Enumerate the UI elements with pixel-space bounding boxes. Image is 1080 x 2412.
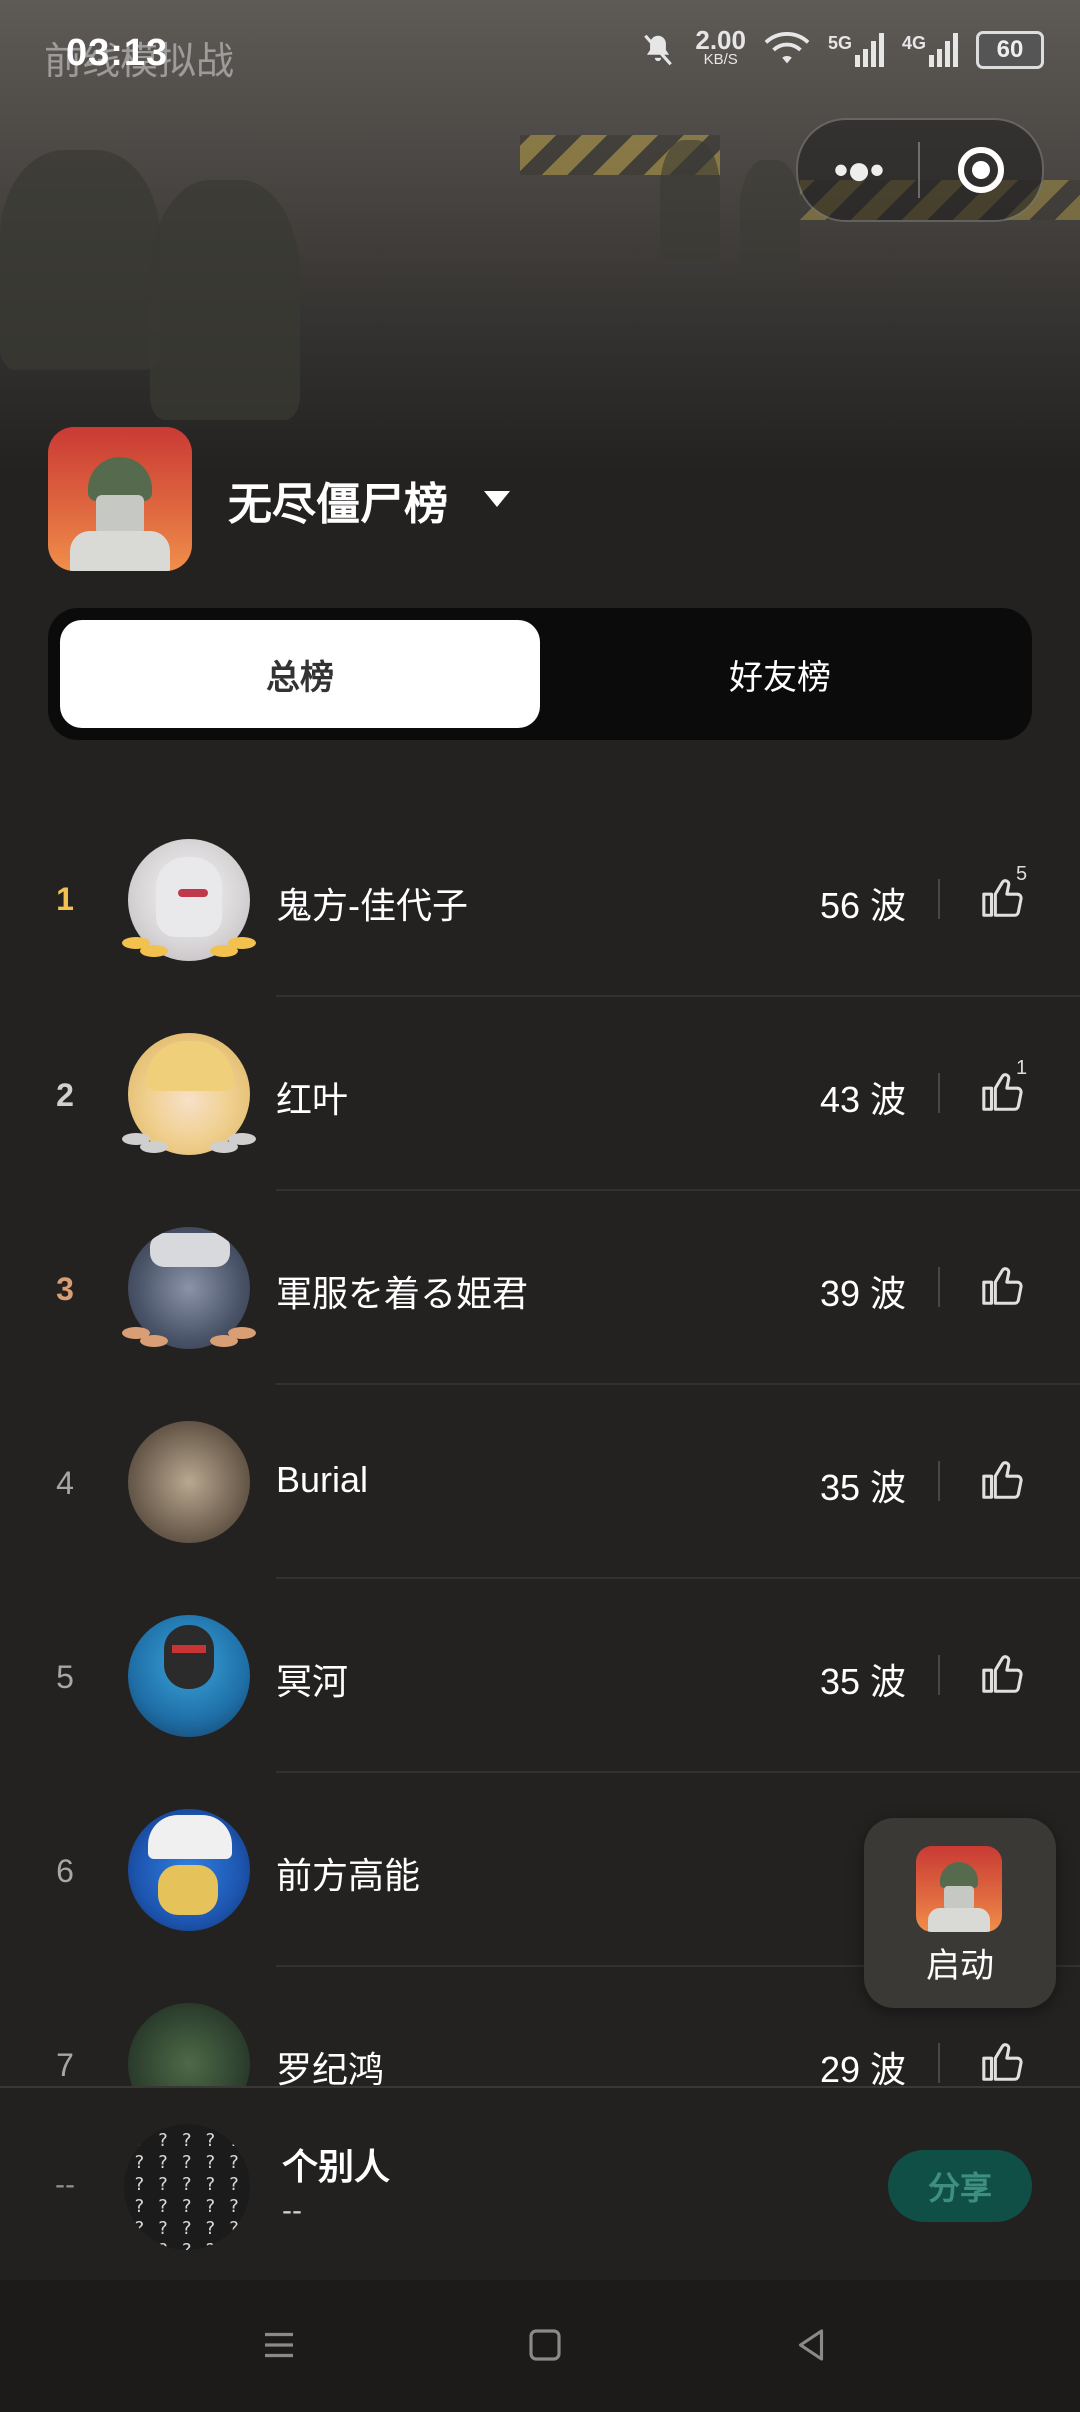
target-close-icon	[958, 147, 1004, 193]
status-icons: 2.00 KB/S 5G 4G 60	[639, 27, 1044, 70]
row-divider	[938, 1655, 940, 1695]
row-divider	[938, 1073, 940, 1113]
signal-5g: 5G	[828, 33, 884, 67]
home-icon[interactable]	[524, 2324, 566, 2366]
mute-bell-icon	[644, 34, 673, 66]
game-icon	[48, 427, 192, 571]
player-name: 红叶	[276, 1079, 349, 1120]
list-item[interactable]: 1 鬼方-佳代子 56 波 5	[0, 803, 1080, 997]
caret-down-icon[interactable]	[484, 491, 510, 507]
net-speed: 2.00 KB/S	[695, 27, 746, 70]
rank-number: 6	[56, 1853, 74, 1889]
gold-laurel-icon	[122, 937, 256, 957]
rank-number: 2	[56, 1077, 74, 1113]
game-icon	[916, 1846, 1002, 1932]
silver-laurel-icon	[122, 1133, 256, 1153]
wifi-icon	[764, 32, 810, 64]
list-item[interactable]: 2 红叶 43 波 1	[0, 997, 1080, 1191]
player-name: Burial	[276, 1459, 369, 1500]
my-score: --	[282, 2194, 302, 2227]
player-score: 39 波	[819, 1273, 906, 1314]
player-name: 鬼方-佳代子	[276, 885, 468, 926]
player-name: 冥河	[276, 1661, 349, 1702]
list-item[interactable]: 4 Burial 35 波	[0, 1385, 1080, 1579]
rank-number: 3	[56, 1271, 74, 1307]
tab-overall[interactable]: 总榜	[60, 620, 540, 728]
player-score: 56 波	[819, 885, 906, 926]
share-button[interactable]: 分享	[888, 2150, 1032, 2222]
bronze-laurel-icon	[122, 1327, 256, 1347]
avatar[interactable]	[128, 1615, 250, 1737]
system-nav-bar	[0, 2280, 1080, 2412]
board-title[interactable]: 无尽僵尸榜	[228, 468, 448, 532]
my-name: 个别人	[282, 2146, 391, 2187]
rank-number: 4	[56, 1465, 74, 1501]
thumbs-up-icon[interactable]	[980, 2039, 1026, 2085]
menu-icon[interactable]	[258, 2324, 300, 2366]
row-divider	[938, 1461, 940, 1501]
rank-number: 1	[56, 881, 74, 917]
like-count: 1	[1016, 1057, 1028, 1079]
rank-number: 7	[56, 2047, 74, 2083]
rank-number: 5	[56, 1659, 74, 1695]
my-rank-bar: -- ? ? ? ? ? ? ? ? ? ? ? ? ? ? ? ? ? ? ?…	[0, 2086, 1080, 2282]
avatar[interactable]	[128, 1809, 250, 1931]
signal-5g-label: 5G	[827, 33, 852, 53]
capsule-menu: •●•	[796, 118, 1044, 222]
my-rank: --	[55, 2168, 75, 2201]
player-score: 35 波	[819, 1467, 906, 1508]
more-dots-icon[interactable]: •●•	[798, 146, 918, 194]
battery-icon: 60	[976, 31, 1044, 69]
row-divider	[938, 1267, 940, 1307]
back-icon[interactable]	[790, 2324, 832, 2366]
signal-4g-label: 4G	[901, 33, 926, 53]
player-name: 前方高能	[276, 1855, 421, 1896]
row-divider	[938, 879, 940, 919]
thumbs-up-icon[interactable]	[980, 1263, 1026, 1309]
thumbs-up-icon[interactable]	[980, 1457, 1026, 1503]
list-item[interactable]: 5 冥河 35 波	[0, 1579, 1080, 1773]
signal-4g: 4G	[902, 33, 958, 67]
list-item[interactable]: 3 軍服を着る姫君 39 波	[0, 1191, 1080, 1385]
avatar[interactable]: ? ? ? ? ? ? ? ? ? ? ? ? ? ? ? ? ? ? ? ? …	[124, 2124, 250, 2250]
close-button[interactable]	[920, 147, 1042, 193]
row-divider	[938, 2043, 940, 2083]
tab-friends[interactable]: 好友榜	[540, 620, 1020, 728]
player-score: 43 波	[819, 1079, 906, 1120]
player-score: 35 波	[819, 1661, 906, 1702]
status-time: 03:13	[66, 32, 169, 74]
like-count: 5	[1016, 863, 1028, 885]
avatar[interactable]	[128, 1421, 250, 1543]
thumbs-up-icon[interactable]	[980, 1651, 1026, 1697]
player-name: 軍服を着る姫君	[276, 1273, 529, 1314]
launch-game-button[interactable]: 启动	[864, 1818, 1056, 2008]
launch-label: 启动	[926, 1947, 994, 1985]
